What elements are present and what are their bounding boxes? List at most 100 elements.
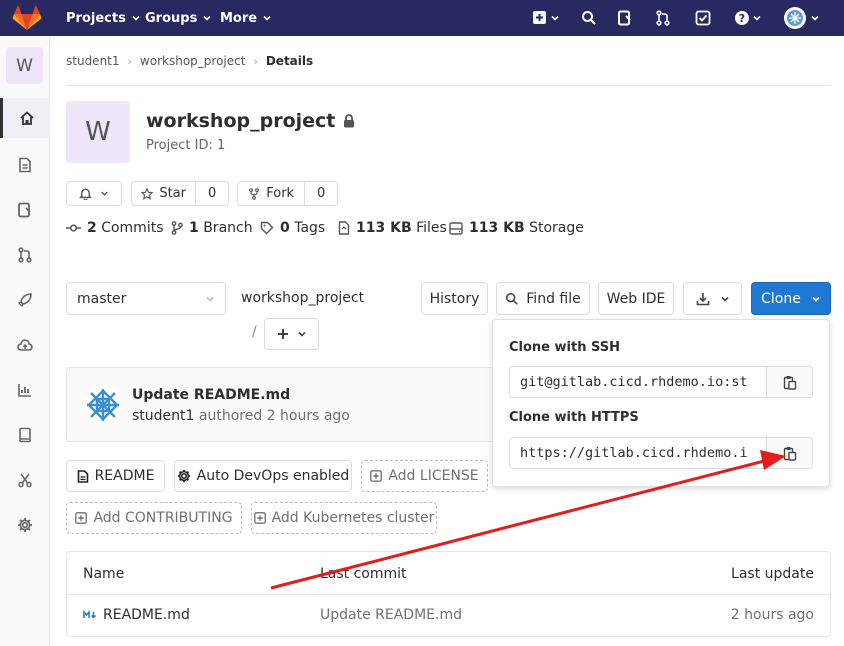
chevron-down-icon [132,15,140,21]
sidebar-item-settings[interactable] [0,505,50,545]
storage-link[interactable]: 113 KB Storage [449,220,584,236]
add-to-tree-dropdown[interactable] [264,318,319,350]
sidebar-item-project-overview[interactable] [0,98,50,138]
branches-link[interactable]: 1 Branch [171,220,253,236]
avatar [784,7,806,29]
sidebar-item-issues[interactable] [0,190,50,230]
copy-ssh-button[interactable] [766,367,812,397]
find-file-button[interactable]: Find file [496,282,590,315]
notification-dropdown[interactable] [66,181,122,206]
files-link[interactable]: 113 KB Files [338,220,447,236]
file-name[interactable]: README.md [103,607,190,623]
sidebar-item-operations[interactable] [0,325,50,365]
avatar[interactable] [84,386,122,424]
nav-groups[interactable]: Groups [145,0,212,36]
clone-ssh-label: Clone with SSH [509,340,621,355]
tags-link[interactable]: 0 Tags [260,220,325,236]
sidebar-project-avatar[interactable]: W [6,47,43,84]
ssh-url-input[interactable]: git@gitlab.cicd.rhdemo.io:st [510,367,766,397]
branch-count: 1 [189,220,199,236]
search-icon [582,11,596,25]
fork-icon [249,187,260,200]
commits-count: 2 [87,220,97,236]
plus-square-icon [75,512,88,524]
commits-label: Commits [101,220,164,236]
storage-icon [449,221,463,235]
branch-label: Branch [203,220,253,236]
merge-request-icon [656,10,670,26]
star-button[interactable]: Star 0 [131,181,229,206]
star-count[interactable]: 0 [195,182,228,205]
chevron-down-icon [101,191,108,196]
find-file-label: Find file [526,290,581,307]
sidebar-item-repository[interactable] [0,145,50,185]
new-item-dropdown[interactable] [530,8,562,28]
search-button[interactable] [579,8,599,28]
sidebar-item-wiki[interactable] [0,415,50,455]
clone-dropdown-menu: Clone with SSH git@gitlab.cicd.rhdemo.io… [492,319,830,487]
commit-message[interactable]: Update README.md [132,387,290,403]
add-license-label: Add LICENSE [388,468,479,484]
readme-button[interactable]: README [66,460,165,492]
add-kubernetes-button[interactable]: Add Kubernetes cluster [251,502,437,534]
nav-groups-label: Groups [145,10,198,26]
chevron-down-icon [720,296,729,302]
breadcrumb-project[interactable]: workshop_project [140,54,246,68]
fork-button[interactable]: Fork 0 [237,181,338,206]
clone-dropdown-button[interactable]: Clone [751,282,831,315]
download-dropdown[interactable] [683,282,742,315]
fork-count[interactable]: 0 [304,182,337,205]
file-tree-table: Name Last commit Last update README.md U… [66,551,831,637]
snippets-icon [18,473,32,488]
plus-square-icon [253,512,266,524]
issues-button[interactable] [615,8,635,28]
star-icon [141,187,154,200]
auto-devops-button[interactable]: Auto DevOps enabled [174,460,352,492]
chevron-down-icon [203,15,211,21]
fork-label: Fork [266,186,295,201]
web-ide-button[interactable]: Web IDE [598,282,674,315]
gitlab-logo-icon[interactable] [12,5,42,31]
sidebar-item-cicd[interactable] [0,280,50,320]
file-last-update: 2 hours ago [730,607,814,623]
branch-selector[interactable]: master [66,282,226,315]
clipboard-icon [783,375,796,390]
add-contributing-button[interactable]: Add CONTRIBUTING [66,502,242,534]
chevron-down-icon [263,15,271,21]
cloud-icon [17,339,33,351]
clone-https-field: https://gitlab.cicd.rhdemo.i [509,437,813,469]
wiki-icon [19,427,31,443]
todos-button[interactable] [693,8,713,28]
sidebar-item-analytics[interactable] [0,370,50,410]
repo-path[interactable]: workshop_project [241,290,364,306]
nav-projects[interactable]: Projects [66,0,141,36]
file-last-commit[interactable]: Update README.md [320,607,462,623]
commit-author[interactable]: student1 [132,408,194,424]
breadcrumb-details[interactable]: Details [266,54,313,68]
plus-icon [533,11,546,24]
nav-more[interactable]: More [220,0,272,36]
commits-link[interactable]: 2 Commits [66,220,164,236]
last-commit-panel: Update README.md student1 authored 2 hou… [66,367,506,442]
https-url-input[interactable]: https://gitlab.cicd.rhdemo.i [510,438,766,468]
storage-size: 113 KB [469,220,525,236]
project-sidebar: W [0,36,50,646]
help-dropdown[interactable]: ? [731,8,765,28]
issues-icon [618,10,631,26]
chevron-right-icon: › [127,54,132,68]
table-row[interactable]: README.md Update README.md 2 hours ago [67,594,830,637]
search-icon [506,292,519,305]
todo-icon [695,10,711,26]
history-button[interactable]: History [421,282,488,315]
breadcrumb-student1[interactable]: student1 [66,54,120,68]
sidebar-item-snippets[interactable] [0,460,50,500]
user-menu[interactable] [782,7,822,29]
sidebar-item-merge-requests[interactable] [0,235,50,275]
svg-text:?: ? [739,12,745,25]
tags-label: Tags [294,220,326,236]
col-header-name: Name [83,566,125,582]
add-license-button[interactable]: Add LICENSE [361,460,488,492]
path-separator: / [252,324,257,340]
copy-https-button[interactable] [766,438,812,468]
merge-requests-button[interactable] [653,8,673,28]
